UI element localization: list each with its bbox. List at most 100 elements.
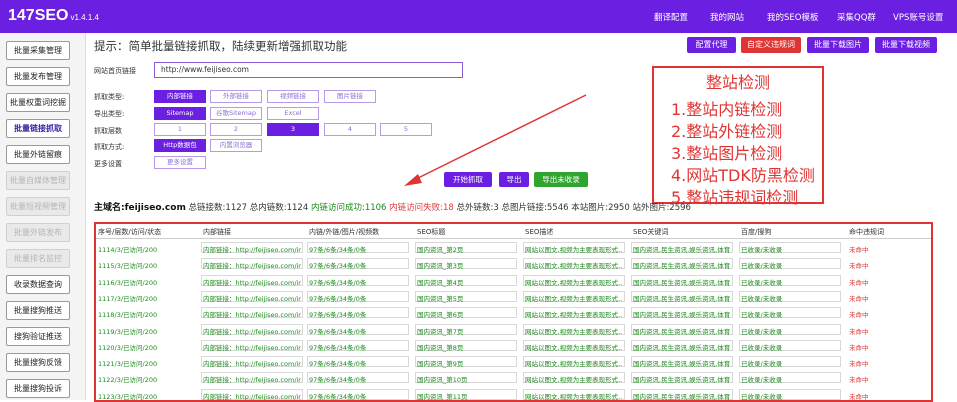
export-type-sitemap[interactable]: Sitemap (154, 107, 206, 120)
sidebar-item-index-query[interactable]: 收录数据查询 (6, 275, 70, 294)
start-crawl-button[interactable]: 开始抓取 (444, 172, 492, 187)
cell-baidu-sogou: 已收录/未收录 (741, 246, 783, 254)
sidebar-item-short-video[interactable]: 批量短视频管理 (6, 197, 70, 216)
method-builtin-browser[interactable]: 内置浏览器 (210, 139, 262, 152)
sidebar-item-rank-monitor[interactable]: 批量排名监控 (6, 249, 70, 268)
download-images-button[interactable]: 批量下载图片 (807, 37, 869, 53)
nav-qq-groups[interactable]: 采集QQ群 (837, 11, 876, 23)
cell-seo-description: 网站以图文,视频为主要表现形式... (525, 392, 623, 401)
export-button[interactable]: 导出 (499, 172, 529, 187)
summary-internal-links: 总内链数:1124 (249, 203, 309, 213)
main-panel: 提示：简单批量链接抓取，陆续更新增强抓取功能 配置代理 自定义违规词 批量下载图… (86, 33, 957, 402)
cell-seo-title: 国内资讯_第6页 (417, 311, 464, 320)
cell-banned-words: 未命中 (849, 327, 869, 336)
config-proxy-button[interactable]: 配置代理 (687, 37, 736, 53)
cell-link-counts: 97条/6条/34条/0条 (309, 278, 367, 287)
cell-seo-description: 网站以图文,视频为主要表现形式... (525, 327, 623, 336)
sidebar-item-external-publish[interactable]: 批量外链发布 (6, 223, 70, 242)
annotation-item: 4.网站TDK防黑检测 (671, 166, 815, 185)
sidebar-item-weight-keywords[interactable]: 批量权重词挖掘 (6, 93, 70, 112)
depth-option-4[interactable]: 4 (324, 123, 376, 136)
col-header-seo-title: SEO标题 (417, 228, 446, 236)
app-logo: 147SEO v1.4.1.4 (8, 7, 99, 25)
cell-seo-keywords: 国内资讯,民生资讯,娱乐资讯,体育... (633, 294, 731, 303)
cell-internal-link: 内部链接：http://feijiseo.com/index.ph (203, 327, 301, 336)
summary-internal-success: 内链访问成功:1106 (310, 203, 387, 213)
crawl-type-internal[interactable]: 内部链接 (154, 90, 206, 103)
table-row[interactable]: 1117/3/已访问/200 内部链接：http://feijiseo.com/i… (96, 289, 931, 305)
cell-internal-link: 内部链接：http://feijiseo.com/index.ph (203, 278, 301, 287)
cell-link-counts: 97条/6条/34条/0条 (309, 311, 367, 320)
custom-banned-words-button[interactable]: 自定义违规词 (741, 37, 801, 53)
nav-translate-config[interactable]: 翻译配置 (654, 11, 688, 23)
cell-seo-title: 国内资讯_第2页 (417, 246, 464, 254)
depth-option-3[interactable]: 3 (267, 123, 319, 136)
export-type-label: 导出类型: (94, 110, 125, 118)
cell-baidu-sogou: 已收录/未收录 (741, 376, 783, 385)
sidebar-item-link-crawl[interactable]: 批量链接抓取 (6, 119, 70, 138)
cell-seo-keywords: 国内资讯,民生资讯,娱乐资讯,体育... (633, 262, 731, 271)
method-http-packet[interactable]: Http数据包 (154, 139, 206, 152)
depth-option-1[interactable]: 1 (154, 123, 206, 136)
sidebar-item-batch-collect[interactable]: 批量采集管理 (6, 41, 70, 60)
cell-baidu-sogou: 已收录/未收录 (741, 327, 783, 336)
cell-link-counts: 97条/6条/34条/0条 (309, 246, 367, 254)
table-row[interactable]: 1114/3/已访问/200 内部链接：http://feijiseo.com/i… (96, 240, 931, 256)
cell-link-counts: 97条/6条/34条/0条 (309, 262, 367, 271)
col-header-seo-keywords: SEO关键词 (633, 228, 669, 236)
sidebar-item-sogou-feedback[interactable]: 批量搜狗反馈 (6, 353, 70, 372)
cell-seo-title: 国内资讯_第11页 (417, 392, 468, 401)
cell-banned-words: 未命中 (849, 311, 869, 320)
summary-external-links: 总外链数:3 (456, 203, 499, 213)
sidebar-item-external-links[interactable]: 批量外链留痕 (6, 145, 70, 164)
cell-baidu-sogou: 已收录/未收录 (741, 294, 783, 303)
cell-index: 1116/3/已访问/200 (98, 278, 158, 287)
crawl-type-external[interactable]: 外部链接 (210, 90, 262, 103)
depth-option-2[interactable]: 2 (210, 123, 262, 136)
export-type-google-sitemap[interactable]: 谷歌Sitemap (210, 107, 262, 120)
sidebar-item-sogou-verify-push[interactable]: 搜狗验证推送 (6, 327, 70, 346)
cell-index: 1122/3/已访问/200 (98, 376, 158, 385)
crawl-type-label: 抓取类型: (94, 93, 125, 101)
cell-link-counts: 97条/6条/34条/0条 (309, 327, 367, 336)
more-settings-button[interactable]: 更多设置 (154, 156, 206, 169)
cell-seo-keywords: 国内资讯,民生资讯,娱乐资讯,体育... (633, 343, 731, 352)
nav-my-sites[interactable]: 我的网站 (710, 11, 744, 23)
cell-seo-keywords: 国内资讯,民生资讯,娱乐资讯,体育... (633, 246, 731, 254)
sidebar-item-self-media[interactable]: 批量自媒体管理 (6, 171, 70, 190)
table-row[interactable]: 1120/3/已访问/200 内部链接：http://feijiseo.com/i… (96, 338, 931, 354)
nav-seo-templates[interactable]: 我的SEO模板 (767, 11, 818, 23)
export-unindexed-button[interactable]: 导出未收录 (534, 172, 588, 187)
nav-vps-settings[interactable]: VPS账号设置 (893, 11, 943, 23)
sidebar-item-sogou-complaint[interactable]: 批量搜狗投诉 (6, 379, 70, 398)
app-version: v1.4.1.4 (70, 13, 99, 22)
cell-seo-keywords: 国内资讯,民生资讯,娱乐资讯,体育... (633, 360, 731, 369)
export-type-excel[interactable]: Excel (267, 107, 319, 120)
crawl-type-video[interactable]: 视频链接 (267, 90, 319, 103)
col-header-banned-words: 命中违规词 (849, 228, 884, 236)
crawl-type-image[interactable]: 图片链接 (324, 90, 376, 103)
summary-domain: 主域名:feijiseo.com (94, 203, 186, 213)
cell-seo-title: 国内资讯_第9页 (417, 360, 464, 369)
table-row[interactable]: 1118/3/已访问/200 内部链接：http://feijiseo.com/i… (96, 305, 931, 321)
table-row[interactable]: 1122/3/已访问/200 内部链接：http://feijiseo.com/i… (96, 370, 931, 386)
homepage-url-input[interactable]: http://www.feijiseo.com (154, 62, 463, 78)
table-row[interactable]: 1115/3/已访问/200 内部链接：http://feijiseo.com/i… (96, 256, 931, 272)
cell-index: 1120/3/已访问/200 (98, 343, 158, 352)
table-row[interactable]: 1119/3/已访问/200 内部链接：http://feijiseo.com/i… (96, 322, 931, 338)
top-bar: 147SEO v1.4.1.4 翻译配置 我的网站 我的SEO模板 采集QQ群 V… (0, 0, 957, 33)
url-label: 网站首页链接 (94, 67, 136, 75)
cell-banned-words: 未命中 (849, 343, 869, 352)
table-row[interactable]: 1116/3/已访问/200 内部链接：http://feijiseo.com/i… (96, 273, 931, 289)
cell-link-counts: 97条/6条/34条/0条 (309, 360, 367, 369)
cell-seo-description: 网站以图文,视频为主要表现形式... (525, 262, 623, 271)
summary-offsite-images: 站外图片:2596 (632, 203, 691, 213)
method-label: 抓取方式: (94, 143, 125, 151)
table-row[interactable]: 1121/3/已访问/200 内部链接：http://feijiseo.com/i… (96, 354, 931, 370)
sidebar-item-sogou-push[interactable]: 批量搜狗推送 (6, 301, 70, 320)
download-videos-button[interactable]: 批量下载视频 (875, 37, 937, 53)
depth-label: 抓取层数 (94, 127, 122, 135)
cell-internal-link: 内部链接：http://feijiseo.com/index.ph (203, 343, 301, 352)
sidebar-item-batch-publish[interactable]: 批量发布管理 (6, 67, 70, 86)
cell-internal-link: 内部链接：http://feijiseo.com/index.ph (203, 246, 301, 254)
